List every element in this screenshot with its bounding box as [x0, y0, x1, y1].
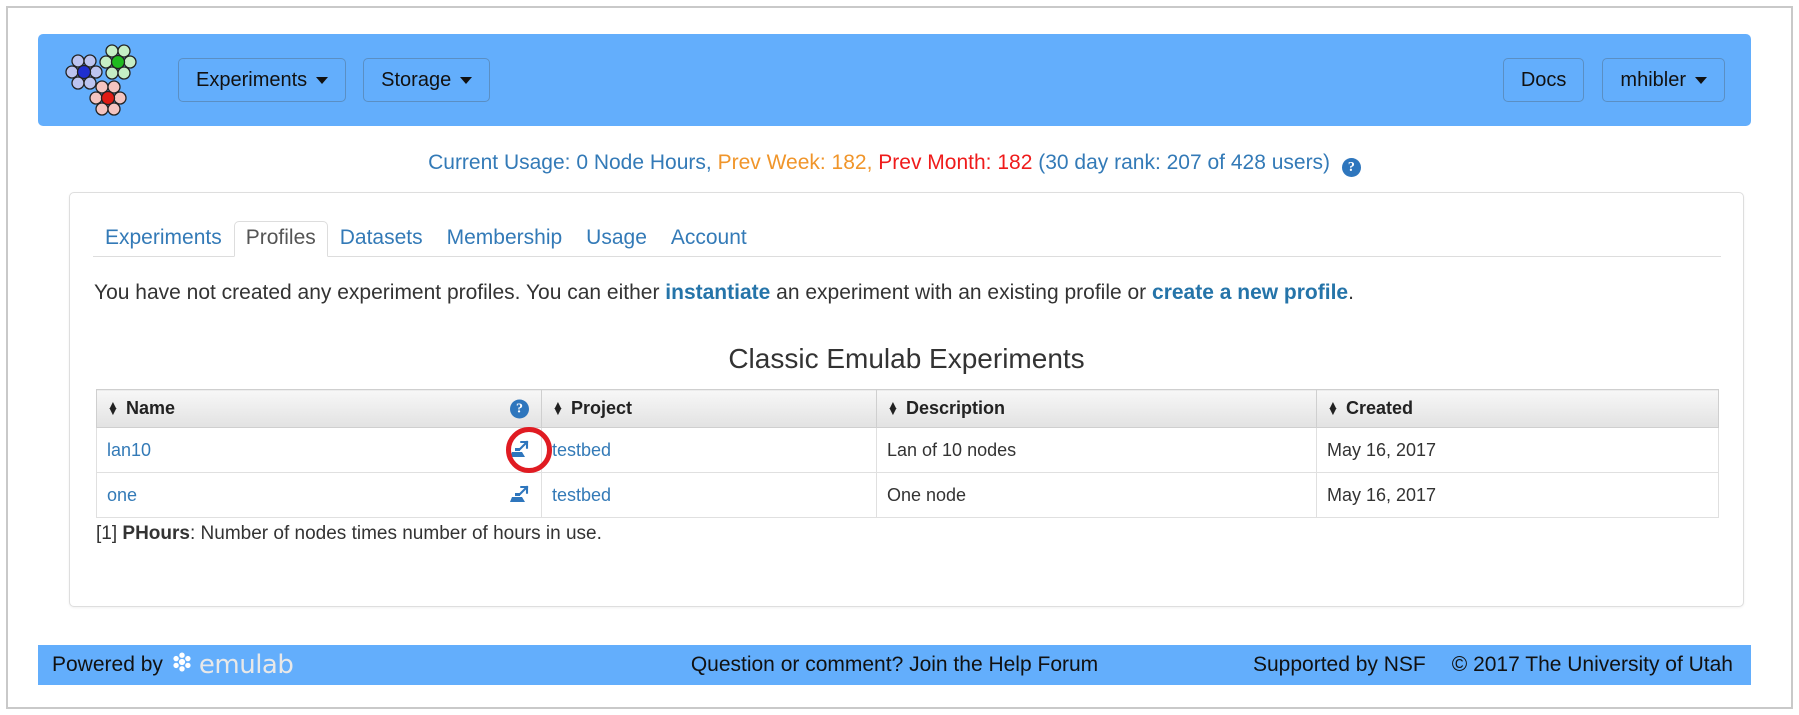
nav-storage-label: Storage [381, 69, 452, 91]
cell-description: One node [876, 472, 1317, 518]
cell-project: testbed [541, 472, 877, 518]
footnote-term: PHours [122, 523, 190, 544]
navbar-left-group: Experiments Storage [178, 58, 491, 102]
tab-membership[interactable]: Membership [435, 221, 575, 257]
chevron-down-icon [1695, 76, 1707, 84]
table-header-row: ▲ ▼ Name ? ▲ ▼ Project ▲ ▼ Description ▲ ▼ Creat… [96, 389, 1719, 428]
cell-created: May 16, 2017 [1316, 472, 1719, 518]
sort-arrows-icon: ▲ ▼ [552, 397, 564, 419]
table-row: lan10 testbed Lan of 10 nodes May 16, 20… [96, 427, 1719, 473]
emulab-node-cluster-logo[interactable] [60, 42, 144, 118]
project-link-testbed[interactable]: testbed [552, 440, 611, 460]
usage-current: Current Usage: 0 Node Hours, [428, 151, 712, 174]
cell-project: testbed [541, 427, 877, 473]
column-header-description[interactable]: ▲ ▼ Description [876, 389, 1317, 428]
sort-arrows-icon: ▲ ▼ [1327, 397, 1339, 419]
cell-description: Lan of 10 nodes [876, 427, 1317, 473]
help-icon[interactable]: ? [1341, 158, 1361, 177]
phours-footnote: [1] PHours: Number of nodes times number… [96, 523, 602, 545]
nav-docs-label: Docs [1520, 69, 1567, 91]
tab-usage[interactable]: Usage [574, 221, 659, 257]
cell-created: May 16, 2017 [1316, 427, 1719, 473]
nav-user-dropdown[interactable]: mhibler [1602, 58, 1725, 102]
profile-tabs: Experiments Profiles Datasets Membership… [93, 218, 1721, 257]
empty-profiles-message: You have not created any experiment prof… [94, 281, 1354, 305]
experiment-link-one[interactable]: one [107, 485, 137, 505]
column-header-name-label: Name [126, 398, 176, 418]
intro-text-3: . [1348, 281, 1354, 304]
top-navbar: Experiments Storage Docs mhibler [38, 34, 1751, 126]
usage-summary: Current Usage: 0 Node Hours, Prev Week: … [38, 151, 1751, 177]
export-experiment-icon[interactable] [509, 440, 529, 460]
footer-help-forum-link[interactable]: Question or comment? Join the Help Forum [38, 653, 1751, 677]
browser-page-frame: Experiments Storage Docs mhibler Current… [6, 6, 1793, 709]
cell-name: one [96, 472, 542, 518]
create-new-profile-link[interactable]: create a new profile [1152, 281, 1348, 304]
footnote-text: : Number of nodes times number of hours … [189, 523, 602, 544]
classic-experiments-table: ▲ ▼ Name ? ▲ ▼ Project ▲ ▼ Description ▲ ▼ Creat… [96, 389, 1719, 518]
nav-user-label: mhibler [1620, 69, 1686, 91]
usage-rank: (30 day rank: 207 of 428 users) [1038, 151, 1331, 174]
nav-experiments-label: Experiments [196, 69, 308, 91]
cell-name: lan10 [96, 427, 542, 473]
nav-experiments-dropdown[interactable]: Experiments [178, 58, 347, 102]
column-header-description-label: Description [906, 398, 1006, 418]
intro-text-2: an experiment with an existing profile o… [770, 281, 1153, 304]
sort-arrows-icon: ▲ ▼ [887, 397, 899, 419]
tab-datasets[interactable]: Datasets [328, 221, 435, 257]
experiment-link-lan10[interactable]: lan10 [107, 440, 151, 460]
tab-account[interactable]: Account [659, 221, 759, 257]
column-header-project[interactable]: ▲ ▼ Project [541, 389, 877, 428]
usage-prev-week: Prev Week: 182, [717, 151, 873, 174]
classic-experiments-table-wrap: ▲ ▼ Name ? ▲ ▼ Project ▲ ▼ Description ▲ ▼ Creat… [96, 389, 1719, 518]
nav-storage-dropdown[interactable]: Storage [363, 58, 491, 102]
profiles-panel: Experiments Profiles Datasets Membership… [69, 192, 1744, 607]
tab-experiments[interactable]: Experiments [93, 221, 234, 257]
page-footer: Powered by emulab Question or comment? J [38, 645, 1751, 685]
table-row: one testbed One node May 16, 2017 [96, 472, 1719, 518]
column-header-project-label: Project [571, 398, 633, 418]
phours-help-icon[interactable]: ? [510, 399, 529, 418]
column-header-created[interactable]: ▲ ▼ Created [1316, 389, 1719, 428]
usage-prev-month: Prev Month: 182 [878, 151, 1033, 174]
chevron-down-icon [316, 76, 329, 84]
footnote-marker: [1] [96, 523, 123, 544]
instantiate-link[interactable]: instantiate [665, 281, 770, 304]
export-experiment-icon[interactable] [509, 485, 529, 505]
project-link-testbed[interactable]: testbed [552, 485, 611, 505]
sort-arrows-icon: ▲ ▼ [107, 397, 119, 419]
intro-text-1: You have not created any experiment prof… [94, 281, 666, 304]
nav-docs-button[interactable]: Docs [1502, 58, 1585, 102]
column-header-created-label: Created [1346, 398, 1414, 418]
column-header-name[interactable]: ▲ ▼ Name ? [96, 389, 542, 428]
chevron-down-icon [460, 76, 473, 84]
tab-profiles[interactable]: Profiles [233, 221, 328, 257]
section-title: Classic Emulab Experiments [728, 343, 1085, 374]
navbar-right-group: Docs mhibler [1502, 58, 1725, 102]
